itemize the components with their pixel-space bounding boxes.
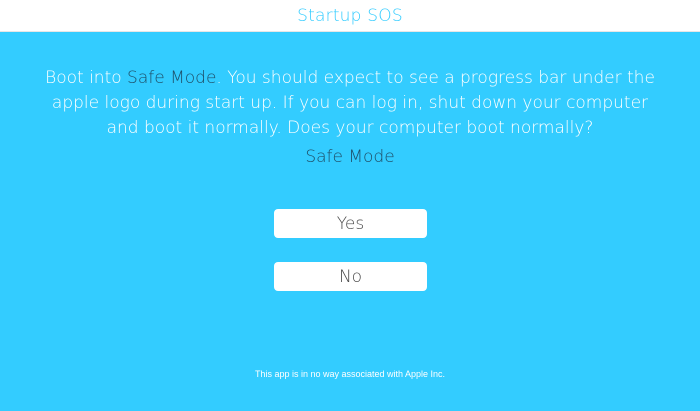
yes-button[interactable]: Yes [274,209,427,238]
question-text: Boot into Safe Mode. You should expect t… [40,66,660,141]
app-header: Startup SOS [0,0,700,32]
safe-mode-inline-link[interactable]: Safe Mode [127,68,216,88]
question-prefix: Boot into [45,68,128,88]
disclaimer-text: This app is in no way associated with Ap… [254,369,446,379]
app-window: Startup SOS Boot into Safe Mode. You sho… [0,0,700,411]
safe-mode-help-link[interactable]: Safe Mode [0,145,700,170]
no-button[interactable]: No [274,262,427,291]
app-title: Startup SOS [297,5,403,26]
